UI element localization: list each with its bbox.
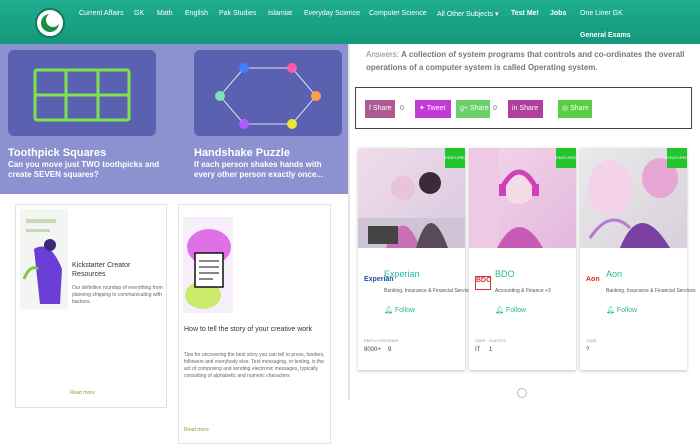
featured-badge: FEATURED	[445, 148, 465, 168]
puzzle-banner[interactable]: Toothpick Squares Can you move just TWO …	[0, 44, 348, 194]
featured-badge: FEATURED	[556, 148, 576, 168]
nav-everyday-science[interactable]: Everyday Science	[304, 10, 360, 17]
handshake-hexagon-icon	[215, 63, 321, 129]
stat-label: EMPLOYEES	[364, 338, 389, 343]
nav-general-exams[interactable]: General Exams	[580, 32, 631, 39]
nav-english[interactable]: English	[185, 10, 208, 17]
company-card-experian[interactable]: FEATURED Experian Experian Banking, Insu…	[358, 148, 481, 370]
crescent-icon	[46, 13, 60, 27]
nav-gk[interactable]: GK	[134, 10, 144, 17]
left-panel: Toothpick Squares Can you move just TWO …	[0, 44, 348, 444]
toothpick-puzzle-image	[8, 50, 156, 136]
company-logo: Experian	[364, 276, 394, 283]
company-logo: Aon	[586, 276, 600, 283]
article-title[interactable]: Kickstarter Creator Resources	[72, 261, 164, 279]
article-card-kickstarter[interactable]: Kickstarter Creator Resources Our defini…	[15, 204, 167, 408]
nav-islamiat[interactable]: Islamiat	[268, 10, 292, 17]
handshake-puzzle-image	[194, 50, 342, 136]
answer-body: A collection of system programs that con…	[366, 50, 685, 72]
twitter-share-button[interactable]: ✦ Tweet	[415, 100, 451, 118]
stat-label: JOBS	[388, 338, 399, 343]
company-card-bdo[interactable]: FEATURED BDO BDO Accounting & Finance +3…	[469, 148, 576, 370]
read-more-link[interactable]: Read more	[184, 427, 209, 433]
bell-icon: 🔔︎	[606, 307, 617, 314]
article-thumbnail	[20, 209, 68, 309]
stat-value: ?	[586, 347, 590, 353]
nav-jobs[interactable]: Jobs	[550, 10, 566, 17]
toothpick-grid-icon	[33, 68, 131, 122]
company-card-image: FEATURED	[358, 148, 465, 248]
linkedin-share-button[interactable]: in Share	[508, 100, 543, 118]
article-thumbnail	[183, 217, 233, 313]
bell-icon: 🔔︎	[384, 307, 395, 314]
featured-badge: FEATURED	[667, 148, 687, 168]
nav-test-me[interactable]: Test Me!	[511, 10, 539, 17]
company-card-image: FEATURED	[469, 148, 576, 248]
toothpick-description: Can you move just TWO toothpicks and cre…	[8, 160, 160, 179]
google-share-button[interactable]: g+ Share	[456, 100, 490, 118]
stat-label: CLIENTS	[489, 338, 506, 343]
follow-button[interactable]: 🔔︎ Follow	[606, 306, 637, 314]
facebook-share-count: 0	[400, 105, 404, 112]
nav-all-other-subjects[interactable]: All Other Subjects ▾	[437, 10, 498, 18]
stat-value: 9	[388, 347, 392, 353]
facebook-share-button[interactable]: f Share	[365, 100, 395, 118]
company-card-image: FEATURED	[580, 148, 687, 248]
handshake-description: If each person shakes hands with every o…	[194, 160, 323, 179]
nav-current-affairs[interactable]: Current Affairs	[79, 10, 124, 17]
nav-pak-studies[interactable]: Pak Studies	[219, 10, 256, 17]
stat-value: IT	[475, 347, 481, 353]
company-industry: Banking, Insurance & Financial Services …	[384, 288, 481, 294]
article-description: Our definitive roundup of everything fro…	[72, 285, 163, 305]
article-card-story[interactable]: How to tell the story of your creative w…	[178, 204, 331, 444]
read-more-link[interactable]: Read more	[70, 390, 95, 396]
follow-button[interactable]: 🔔︎ Follow	[495, 306, 526, 314]
company-industry: Accounting & Finance +3	[495, 288, 551, 294]
documents-illustration-icon	[185, 229, 231, 309]
bell-icon: 🔔︎	[495, 307, 506, 314]
creator-illustration-icon	[22, 219, 62, 304]
top-navbar: Current Affairs GK Math English Pak Stud…	[0, 0, 700, 44]
stat-value: 8000+	[364, 347, 381, 353]
right-panel: Answers: A collection of system programs…	[350, 44, 700, 400]
answer-label: Answers:	[366, 50, 399, 59]
toothpick-title: Toothpick Squares	[8, 147, 107, 159]
stat-label: JOBS	[475, 338, 486, 343]
handshake-title: Handshake Puzzle	[194, 147, 290, 159]
share-bar: f Share 0 ✦ Tweet g+ Share 0 in Share ◎ …	[355, 87, 692, 129]
site-logo[interactable]	[35, 8, 65, 38]
company-industry: Banking, Insurance & Financial Services	[606, 288, 696, 294]
stat-value: 1	[489, 347, 493, 353]
company-name[interactable]: BDO	[495, 269, 515, 279]
nav-computer-science[interactable]: Computer Science	[369, 10, 427, 17]
nav-math[interactable]: Math	[157, 10, 173, 17]
twitter-icon: ✦	[419, 105, 427, 112]
nav-one-liner-gk[interactable]: One Liner GK	[580, 10, 623, 17]
follow-button[interactable]: 🔔︎ Follow	[384, 306, 415, 314]
company-card-aon[interactable]: FEATURED Aon Aon Banking, Insurance & Fi…	[580, 148, 696, 370]
google-share-count: 0	[493, 105, 497, 112]
company-logo: BDO	[475, 276, 492, 290]
google-plus-icon: g+	[460, 105, 470, 112]
article-title[interactable]: How to tell the story of your creative w…	[184, 325, 329, 334]
answer-text: Answers: A collection of system programs…	[366, 48, 691, 74]
article-description: Tips for uncovering the best story you c…	[184, 352, 325, 379]
stat-label: JOBS	[586, 338, 597, 343]
whatsapp-icon: ◎	[562, 105, 571, 112]
company-name[interactable]: Aon	[606, 269, 622, 279]
company-name[interactable]: Experian	[384, 269, 420, 279]
whatsapp-share-button[interactable]: ◎ Share	[558, 100, 592, 118]
carousel-pager-dot[interactable]	[517, 388, 527, 398]
